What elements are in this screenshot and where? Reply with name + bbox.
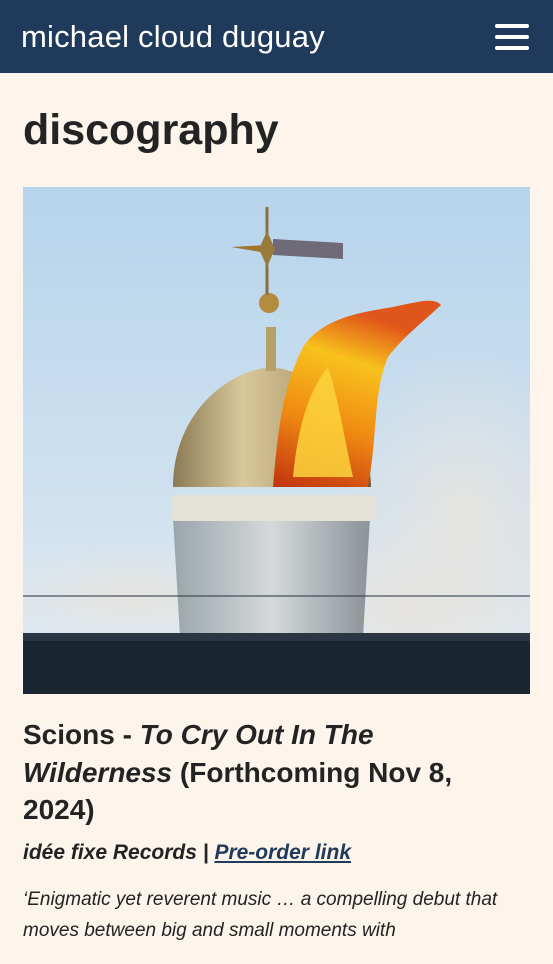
menu-bar (495, 45, 529, 50)
site-title-link[interactable]: michael cloud duguay (21, 21, 325, 52)
label-separator: | (196, 841, 215, 864)
menu-bar (495, 34, 529, 39)
preorder-link[interactable]: Pre-order link (214, 841, 351, 864)
page-title: discography (23, 106, 279, 154)
menu-bar (495, 23, 529, 28)
site-header: michael cloud duguay (0, 0, 553, 73)
artist-name: Scions (23, 719, 115, 751)
label-line: idée fixe Records | Pre-order link (23, 841, 530, 865)
album-title: Scions - To Cry Out In The Wilderness (F… (23, 716, 530, 828)
hamburger-menu-icon[interactable] (495, 23, 529, 50)
title-separator: - (114, 719, 140, 751)
press-quote: ‘Enigmatic yet reverent music … a compel… (23, 889, 498, 941)
main-content: discography Scions - To Cry Out In The W… (0, 106, 553, 947)
album-cover-image (23, 187, 530, 695)
record-label: idée fixe Records (23, 841, 197, 864)
